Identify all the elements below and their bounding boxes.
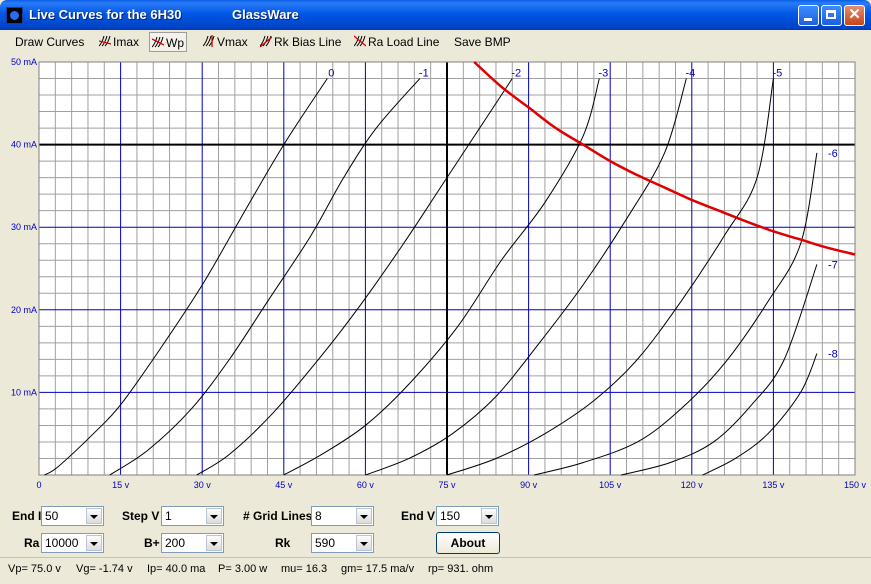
x-tick-label: 75 v — [438, 480, 456, 490]
step-v-select[interactable]: 1 — [161, 506, 224, 526]
x-tick-label: 135 v — [762, 480, 785, 490]
app-icon[interactable] — [6, 7, 23, 24]
maximize-button[interactable] — [821, 5, 842, 26]
grid-voltage-label: 0 — [328, 68, 334, 80]
grid-lines-label: # Grid Lines — [243, 509, 313, 523]
grid-voltage-label: -1 — [419, 68, 429, 80]
end-v-label: End V — [401, 509, 436, 523]
x-tick-label: 0 — [36, 480, 41, 490]
chevron-down-icon[interactable] — [481, 508, 497, 524]
x-tick-label: 120 v — [681, 480, 704, 490]
grid-voltage-label: -6 — [828, 148, 838, 160]
end-v-select[interactable]: 150 — [436, 506, 499, 526]
plate-curves-chart[interactable]: 0 15 v 30 v 45 v 60 v 75 v 90 v 105 v 120 v 135 v… — [0, 54, 871, 494]
rk-label: Rk — [275, 536, 291, 550]
status-power: P= 3.00 w — [218, 563, 268, 575]
menu-bar: Draw Curves Imax Wp Vmax Rk Bias Line Ra… — [0, 30, 871, 54]
menu-vmax-label: Vmax — [217, 35, 248, 49]
step-v-label: Step V — [122, 509, 160, 523]
curves-icon — [354, 35, 366, 47]
menu-imax[interactable]: Imax — [99, 34, 139, 50]
ra-value: 10000 — [45, 536, 79, 550]
about-button[interactable]: About — [436, 532, 500, 554]
bplus-value: 200 — [165, 536, 186, 550]
minimize-button[interactable] — [798, 5, 819, 26]
rk-value: 590 — [315, 536, 336, 550]
controls-panel: End I 50 Step V 1 # Grid Lines 8 End V 1… — [0, 497, 871, 555]
x-tick-label: 60 v — [357, 480, 375, 490]
curves-icon — [203, 35, 215, 47]
maximize-icon — [826, 10, 836, 19]
y-tick-label: 30 mA — [11, 222, 37, 232]
x-tick-label: 15 v — [112, 480, 130, 490]
end-i-label: End I — [12, 509, 42, 523]
close-button[interactable]: ✕ — [844, 5, 865, 26]
grid-voltage-label: -5 — [773, 68, 783, 80]
x-tick-label: 90 v — [520, 480, 538, 490]
grid-lines-value: 8 — [315, 509, 322, 523]
menu-rk-bias-line-label: Rk Bias Line — [274, 35, 342, 49]
curves-icon — [260, 35, 272, 47]
rk-select[interactable]: 590 — [311, 533, 374, 553]
chevron-down-icon[interactable] — [356, 535, 372, 551]
curves-icon — [99, 35, 111, 47]
window-title: Live Curves for the 6H30 — [29, 7, 182, 22]
y-tick-label: 50 mA — [11, 57, 37, 67]
status-ip: Ip= 40.0 ma — [147, 563, 206, 575]
x-tick-label: 150 v — [844, 480, 867, 490]
title-bar[interactable]: Live Curves for the 6H30 GlassWare ✕ — [0, 0, 871, 30]
status-vg: Vg= -1.74 v — [76, 563, 133, 575]
ra-select[interactable]: 10000 — [41, 533, 104, 553]
menu-rk-bias-line[interactable]: Rk Bias Line — [260, 34, 341, 50]
end-i-value: 50 — [45, 509, 59, 523]
x-tick-label: 45 v — [275, 480, 293, 490]
y-tick-label: 40 mA — [11, 140, 37, 150]
ra-label: Ra — [24, 536, 40, 550]
menu-vmax[interactable]: Vmax — [203, 34, 248, 50]
chevron-down-icon[interactable] — [86, 508, 102, 524]
y-tick-label: 10 mA — [11, 387, 37, 397]
grid-voltage-label: -8 — [828, 349, 838, 361]
status-mu: mu= 16.3 — [281, 563, 328, 575]
grid-voltage-label: -7 — [828, 259, 838, 271]
menu-wp[interactable]: Wp — [149, 32, 187, 52]
menu-wp-label: Wp — [166, 36, 184, 50]
step-v-value: 1 — [165, 509, 172, 523]
bplus-select[interactable]: 200 — [161, 533, 224, 553]
grid-lines-select[interactable]: 8 — [311, 506, 374, 526]
chevron-down-icon[interactable] — [206, 508, 222, 524]
brand-label: GlassWare — [232, 7, 299, 22]
chevron-down-icon[interactable] — [86, 535, 102, 551]
minimize-icon — [804, 18, 812, 21]
end-i-select[interactable]: 50 — [41, 506, 104, 526]
chevron-down-icon[interactable] — [356, 508, 372, 524]
x-tick-label: 30 v — [194, 480, 212, 490]
grid-voltage-label: -2 — [511, 68, 521, 80]
x-tick-label: 105 v — [599, 480, 622, 490]
y-tick-label: 20 mA — [11, 305, 37, 315]
menu-save-bmp[interactable]: Save BMP — [454, 34, 511, 50]
plate-curves-plot[interactable]: 0 15 v 30 v 45 v 60 v 75 v 90 v 105 v 120 v 135 v… — [0, 54, 871, 494]
status-bar: Vp= 75.0 v Vg= -1.74 v Ip= 40.0 ma P= 3.… — [0, 557, 871, 584]
status-rp: rp= 931. ohm — [428, 563, 494, 575]
grid-voltage-label: -3 — [598, 68, 608, 80]
close-icon: ✕ — [848, 6, 861, 23]
menu-ra-load-line[interactable]: Ra Load Line — [354, 34, 439, 50]
status-gm: gm= 17.5 ma/v — [341, 563, 415, 575]
chevron-down-icon[interactable] — [206, 535, 222, 551]
grid-voltage-label: -4 — [685, 68, 695, 80]
menu-ra-load-line-label: Ra Load Line — [368, 35, 440, 49]
bplus-label: B+ — [144, 536, 160, 550]
status-vp: Vp= 75.0 v — [8, 563, 61, 575]
menu-imax-label: Imax — [113, 35, 140, 49]
curves-icon — [152, 36, 164, 48]
menu-draw-curves[interactable]: Draw Curves — [15, 34, 84, 50]
end-v-value: 150 — [440, 509, 461, 523]
